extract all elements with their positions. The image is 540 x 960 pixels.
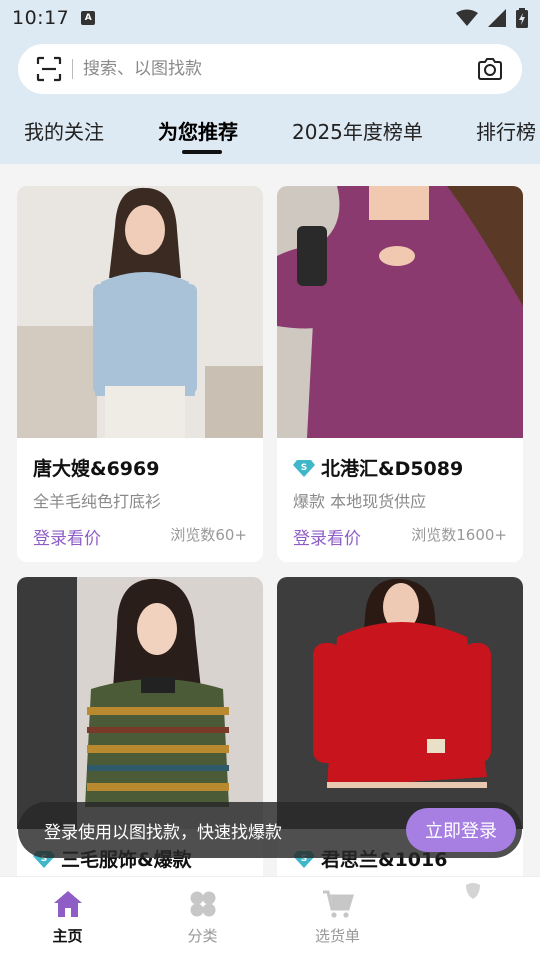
wifi-icon — [456, 9, 478, 26]
home-icon — [53, 891, 82, 917]
product-title: 唐大嫂&6969 — [33, 458, 160, 480]
status-bar: 10:17 A — [0, 0, 540, 36]
tab-following[interactable]: 我的关注 — [24, 116, 104, 145]
search-bar[interactable] — [18, 44, 522, 94]
camera-icon[interactable] — [476, 55, 504, 83]
bottom-nav: 主页 分类 选货单 — [0, 876, 540, 960]
login-prompt-toast: 登录使用以图找款，快速找爆款 立即登录 — [18, 802, 522, 858]
nav-category[interactable]: 分类 — [135, 877, 270, 960]
product-image[interactable] — [17, 577, 263, 829]
nav-home-label: 主页 — [52, 927, 83, 945]
product-card[interactable]: 唐大嫂&6969 全羊毛纯色打底衫 登录看价 浏览数60+ — [17, 186, 263, 562]
svg-text:S: S — [301, 463, 307, 473]
login-to-see-price[interactable]: 登录看价 — [33, 524, 101, 549]
category-tabs: 我的关注 为您推荐 2025年度榜单 排行榜 — [0, 116, 540, 156]
nav-cart[interactable]: 选货单 — [270, 877, 405, 960]
login-to-see-price[interactable]: 登录看价 — [293, 524, 361, 549]
category-icon — [190, 891, 215, 917]
status-icons — [456, 8, 528, 28]
header: 我的关注 为您推荐 2025年度榜单 排行榜 — [0, 36, 540, 164]
tab-ranking[interactable]: 排行榜 — [476, 116, 536, 145]
product-subtitle: 爆款 本地现货供应 — [293, 492, 427, 511]
active-tab-indicator — [182, 150, 222, 154]
battery-icon — [516, 8, 528, 28]
product-title: S 北港汇&D5089 — [293, 454, 463, 481]
nav-home[interactable]: 主页 — [0, 877, 135, 960]
app-notification-icon: A — [81, 11, 96, 25]
scan-icon[interactable] — [36, 56, 62, 82]
view-count: 浏览数1600+ — [411, 526, 507, 544]
search-input[interactable] — [83, 59, 476, 79]
product-image[interactable] — [277, 577, 523, 829]
status-time: 10:17 — [12, 7, 70, 29]
cart-icon — [322, 890, 354, 918]
search-divider — [72, 59, 73, 79]
login-now-button[interactable]: 立即登录 — [406, 808, 516, 852]
nav-cart-label: 选货单 — [314, 927, 360, 945]
signal-icon — [488, 9, 506, 27]
product-card[interactable]: S 北港汇&D5089 爆款 本地现货供应 登录看价 浏览数1600+ — [277, 186, 523, 562]
view-count: 浏览数60+ — [170, 526, 247, 544]
nav-profile[interactable] — [405, 877, 540, 960]
product-image[interactable] — [277, 186, 523, 438]
profile-icon — [465, 883, 480, 899]
nav-category-label: 分类 — [187, 927, 218, 945]
product-subtitle: 全羊毛纯色打底衫 — [33, 492, 162, 511]
tab-recommended[interactable]: 为您推荐 — [158, 116, 238, 145]
tab-annual-ranking[interactable]: 2025年度榜单 — [292, 116, 423, 145]
toast-message: 登录使用以图找款，快速找爆款 — [44, 822, 282, 843]
product-image[interactable] — [17, 186, 263, 438]
diamond-badge-icon: S — [293, 459, 315, 477]
